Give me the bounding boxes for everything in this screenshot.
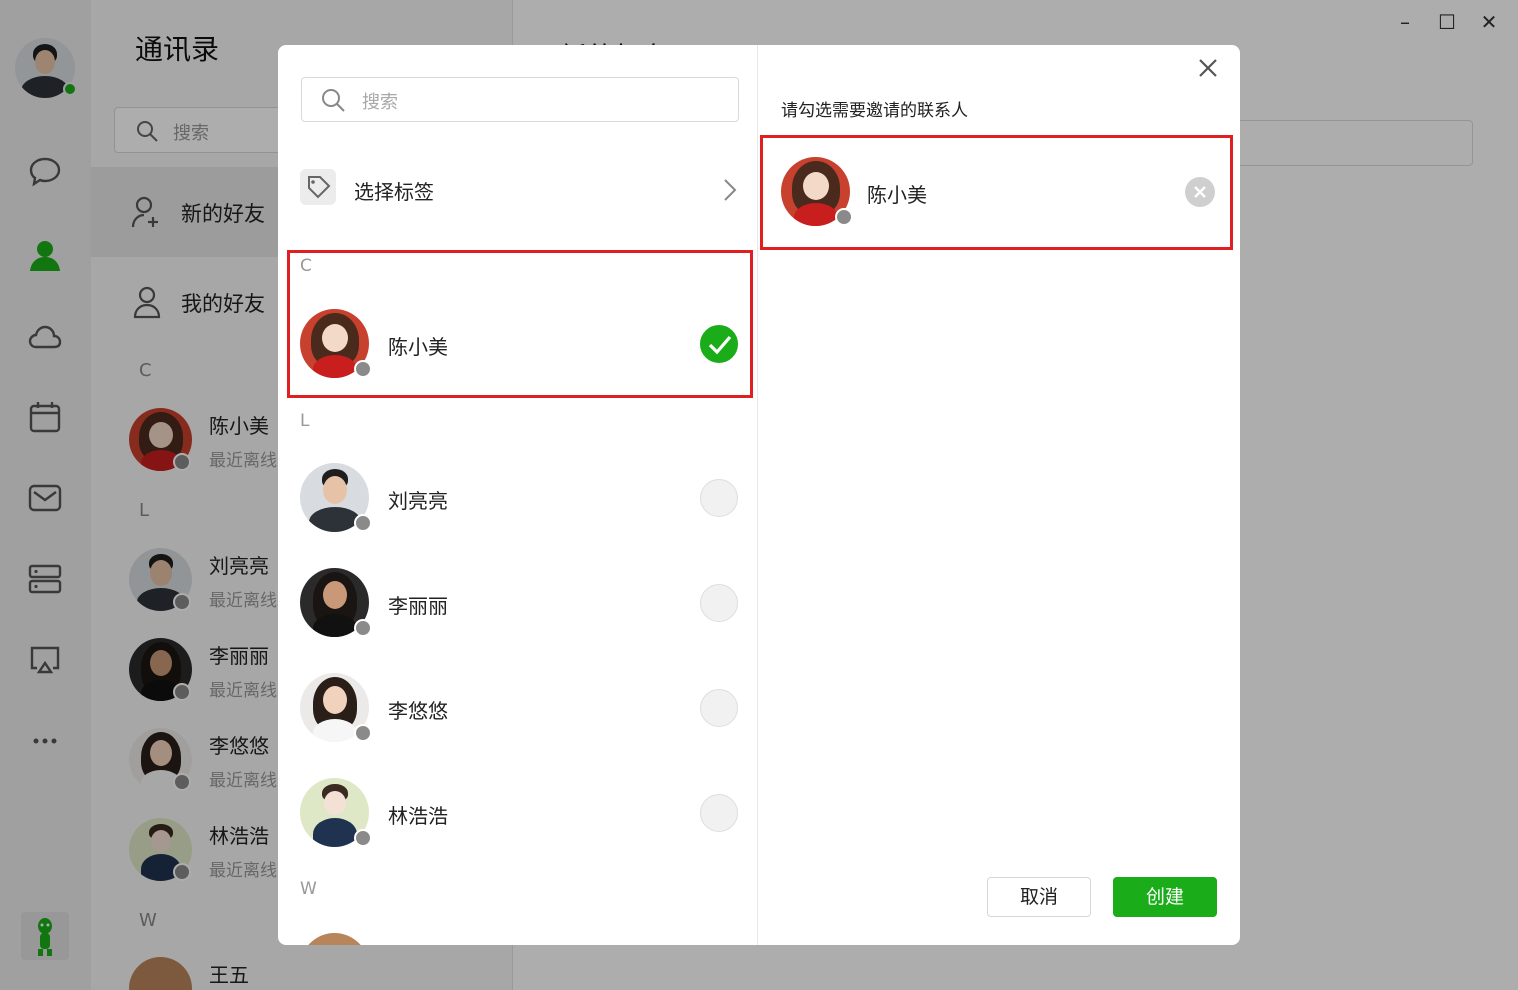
contact-checkbox[interactable] [700, 584, 738, 622]
contact-name: 李悠悠 [388, 699, 448, 723]
selected-contacts-panel: 请勾选需要邀请的联系人 陈小美 取消 创建 [759, 45, 1240, 945]
offline-status-dot [354, 829, 372, 847]
contact-name: 林浩浩 [388, 804, 448, 828]
contact-option[interactable] [300, 933, 740, 945]
avatar [300, 933, 369, 945]
contact-name: 李丽丽 [388, 594, 448, 618]
close-icon[interactable] [1195, 55, 1221, 81]
contact-name: 刘亮亮 [388, 489, 448, 513]
create-button[interactable]: 创建 [1113, 877, 1217, 917]
contact-option[interactable]: 陈小美 [300, 309, 740, 379]
invite-contacts-dialog: 搜索 选择标签 C 陈小美 L 刘亮亮 李丽丽 李悠悠 林浩浩 W 请勾选需要邀… [278, 45, 1240, 945]
contact-option[interactable]: 李悠悠 [300, 673, 740, 743]
select-tag-label: 选择标签 [354, 180, 434, 204]
contact-checkbox[interactable] [700, 479, 738, 517]
search-icon [322, 89, 345, 112]
search-placeholder: 搜索 [362, 92, 398, 113]
contact-option[interactable]: 李丽丽 [300, 568, 740, 638]
section-letter: L [300, 411, 310, 431]
contact-name: 陈小美 [867, 183, 927, 207]
contact-name: 陈小美 [388, 335, 448, 359]
offline-status-dot [835, 208, 853, 226]
section-letter: W [300, 879, 317, 899]
contact-picker: 搜索 选择标签 C 陈小美 L 刘亮亮 李丽丽 李悠悠 林浩浩 W [278, 45, 758, 945]
section-letter: C [300, 256, 312, 276]
dialog-search-input[interactable]: 搜索 [301, 77, 739, 122]
cancel-button[interactable]: 取消 [987, 877, 1091, 917]
remove-contact-button[interactable] [1185, 177, 1215, 207]
contact-checkbox[interactable] [700, 325, 738, 363]
selection-hint: 请勾选需要邀请的联系人 [781, 101, 968, 121]
checkmark-icon [708, 335, 732, 355]
contact-checkbox[interactable] [700, 689, 738, 727]
offline-status-dot [354, 724, 372, 742]
chevron-right-icon [724, 179, 737, 201]
offline-status-dot [354, 514, 372, 532]
close-icon [1194, 186, 1206, 198]
tag-icon [300, 169, 336, 205]
contact-checkbox[interactable] [700, 794, 738, 832]
select-tag-row[interactable]: 选择标签 [300, 165, 740, 215]
contact-option[interactable]: 林浩浩 [300, 778, 740, 848]
offline-status-dot [354, 619, 372, 637]
selected-contact: 陈小美 [781, 157, 1217, 229]
offline-status-dot [354, 360, 372, 378]
contact-option[interactable]: 刘亮亮 [300, 463, 740, 533]
